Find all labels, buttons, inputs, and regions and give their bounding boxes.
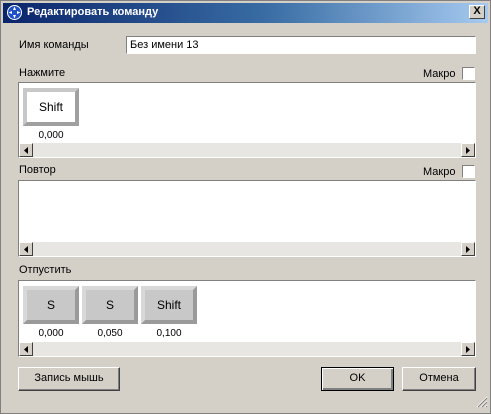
press-section-label: Нажмите <box>19 67 66 79</box>
repeat-section-label: Повтор <box>19 164 56 176</box>
crosshair-icon <box>7 5 22 20</box>
close-button[interactable]: X <box>469 5 485 19</box>
resize-grip-icon[interactable] <box>476 396 488 411</box>
repeat-macro-label: Макро <box>423 166 456 178</box>
repeat-scrollbar[interactable] <box>19 242 475 256</box>
repeat-keys-panel[interactable] <box>18 180 476 257</box>
press-macro-checkbox[interactable] <box>462 67 475 80</box>
key-tile[interactable]: Shift <box>141 286 197 324</box>
key-time: 0,000 <box>38 130 64 141</box>
record-mouse-button[interactable]: Запись мышь <box>18 367 120 391</box>
cancel-button[interactable]: Отмена <box>402 367 476 391</box>
arrow-left-icon[interactable] <box>19 143 33 157</box>
release-section-label: Отпустить <box>19 264 72 276</box>
arrow-left-icon[interactable] <box>19 342 33 356</box>
release-keys-panel[interactable]: S 0,000 S 0,050 Shift 0,100 <box>18 280 476 357</box>
press-keys-panel[interactable]: Shift 0,000 <box>18 82 476 158</box>
command-name-input[interactable]: Без имени 13 <box>126 36 476 54</box>
key-tile[interactable]: Shift <box>23 88 79 126</box>
title-bar: Редактировать команду X <box>3 3 488 23</box>
key-time: 0,000 <box>38 328 64 339</box>
arrow-left-icon[interactable] <box>19 242 33 256</box>
key-label: S <box>46 298 55 312</box>
arrow-right-icon[interactable] <box>461 143 475 157</box>
press-scrollbar[interactable] <box>19 143 475 157</box>
command-name-label: Имя команды <box>19 39 89 51</box>
key-label: S <box>105 298 114 312</box>
ok-button[interactable]: OK <box>321 367 394 391</box>
key-time: 0,050 <box>97 328 123 339</box>
press-macro-label: Макро <box>423 68 456 80</box>
release-scrollbar[interactable] <box>19 342 475 356</box>
window-title: Редактировать команду <box>27 6 159 18</box>
arrow-right-icon[interactable] <box>461 342 475 356</box>
key-tile[interactable]: S <box>23 286 79 324</box>
key-label: Shift <box>156 298 181 312</box>
edit-command-dialog: Редактировать команду X Имя команды Без … <box>0 0 491 414</box>
key-label: Shift <box>38 100 63 114</box>
arrow-right-icon[interactable] <box>461 242 475 256</box>
key-time: 0,100 <box>156 328 182 339</box>
repeat-macro-checkbox[interactable] <box>462 165 475 178</box>
key-tile[interactable]: S <box>82 286 138 324</box>
